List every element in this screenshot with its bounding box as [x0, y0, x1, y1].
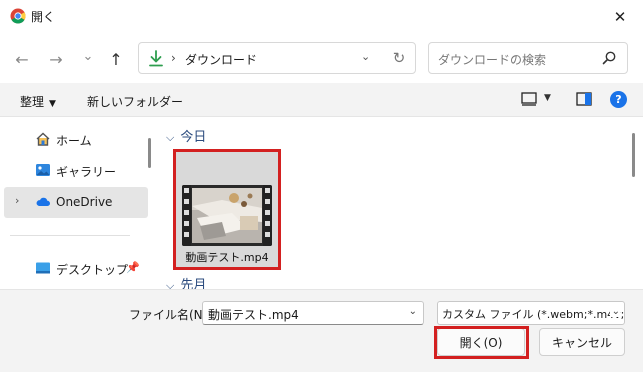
filename-field[interactable]: 動画テスト.mp4 ⌄ [202, 301, 424, 325]
sidebar-item-label: デスクトップ [56, 263, 129, 277]
address-bar[interactable]: › ダウンロード ⌄ ↻ [138, 42, 416, 74]
cancel-button-label: キャンセル [551, 335, 612, 350]
sidebar-item-onedrive[interactable]: › OneDrive [4, 187, 148, 218]
sidebar-item-label: ホーム [56, 134, 92, 148]
forward-button[interactable]: → [44, 47, 68, 71]
up-button[interactable]: ↑ [104, 47, 128, 71]
sidebar-divider [10, 235, 130, 236]
new-folder-label: 新しいフォルダー [87, 95, 184, 109]
download-icon [149, 50, 163, 67]
organize-button[interactable]: 整理 ▼ [20, 93, 56, 110]
chevron-down-icon: ⌄ [82, 48, 94, 64]
back-button[interactable]: ← [10, 47, 34, 71]
close-icon: ✕ [613, 7, 627, 26]
close-button[interactable]: ✕ [597, 0, 643, 33]
filetype-value: カスタム ファイル (*.webm;*.m4v;*. [442, 308, 625, 321]
refresh-button[interactable]: ↻ [389, 48, 409, 68]
chevron-down-icon[interactable]: ⌄ [409, 306, 417, 317]
help-icon: ? [615, 93, 622, 106]
highlight-box [434, 326, 529, 359]
sidebar-item-home[interactable]: ホーム [0, 124, 148, 154]
organize-label: 整理 [20, 95, 45, 109]
file-list-scrollbar[interactable] [632, 133, 635, 177]
sidebar-item-gallery[interactable]: ギャラリー [0, 155, 148, 185]
highlight-box [173, 149, 281, 270]
help-button[interactable]: ? [610, 91, 627, 108]
sidebar-item-desktop[interactable]: デスクトップ 📌 [0, 253, 148, 283]
title-bar: 開く ✕ [0, 0, 643, 33]
gallery-icon [36, 164, 50, 176]
cancel-button[interactable]: キャンセル [539, 328, 625, 356]
sidebar-item-label: ギャラリー [56, 165, 117, 179]
breadcrumb[interactable]: ダウンロード [185, 51, 257, 68]
preview-pane-icon[interactable] [576, 92, 592, 106]
home-icon [36, 132, 50, 146]
window-title: 開く [31, 10, 56, 24]
navigation-bar: ← → ⌄ ↑ › ダウンロード ⌄ ↻ ダウンロードの検索 [0, 33, 643, 83]
chevron-down-icon: ⌄ [609, 306, 620, 317]
search-placeholder: ダウンロードの検索 [438, 53, 547, 67]
chevron-down-icon[interactable]: ⌄ [361, 50, 370, 63]
navigation-pane: ホーム ギャラリー › OneDrive デスクトップ 📌 [0, 118, 155, 290]
arrow-left-icon: ← [15, 49, 29, 69]
desktop-icon [36, 262, 50, 274]
new-folder-button[interactable]: 新しいフォルダー [87, 93, 183, 110]
chevron-down-icon: ⌵ [166, 131, 175, 144]
arrow-right-icon: → [49, 49, 63, 69]
arrow-up-icon: ↑ [109, 49, 123, 69]
path-separator: › [171, 51, 176, 65]
filetype-select[interactable]: カスタム ファイル (*.webm;*.m4v;*. ⌄ [437, 301, 625, 325]
file-list: ⌵ 今日 動画テスト.mp4 ⌵ 先月 [157, 118, 627, 290]
refresh-icon: ↻ [392, 49, 406, 67]
group-header-last-month[interactable]: ⌵ 先月 [166, 274, 206, 290]
filename-label: ファイル名(N): [129, 308, 212, 322]
search-icon [602, 51, 616, 65]
caret-down-icon: ▼ [49, 99, 56, 109]
view-options-icon[interactable] [521, 92, 537, 106]
recent-locations-button[interactable]: ⌄ [76, 44, 100, 68]
cloud-icon [36, 197, 51, 206]
group-label: 今日 [180, 130, 207, 145]
dialog-footer: ファイル名(N): 動画テスト.mp4 ⌄ カスタム ファイル (*.webm;… [0, 290, 643, 372]
sidebar-item-label: OneDrive [56, 195, 113, 209]
caret-down-icon[interactable]: ▼ [544, 93, 551, 103]
chrome-icon [10, 8, 26, 24]
command-bar: 整理 ▼ 新しいフォルダー ▼ ? [0, 83, 643, 117]
filename-value: 動画テスト.mp4 [208, 308, 299, 322]
sidebar-scrollbar[interactable] [148, 138, 151, 168]
search-input[interactable]: ダウンロードの検索 [428, 42, 628, 74]
pin-icon: 📌 [126, 261, 140, 274]
chevron-right-icon[interactable]: › [15, 194, 19, 207]
group-header-today[interactable]: ⌵ 今日 [166, 126, 206, 145]
